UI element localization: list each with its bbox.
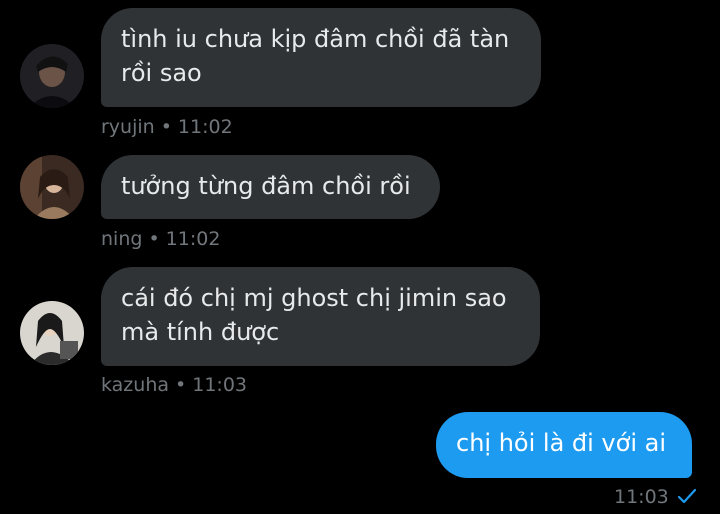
- message-bubble[interactable]: tình iu chưa kịp đâm chồi đã tàn rồi sao: [101, 8, 541, 107]
- avatar-kazuha[interactable]: [20, 301, 84, 365]
- meta-separator: •: [175, 374, 187, 396]
- message-text: cái đó chị mj ghost chị jimin sao mà tín…: [121, 284, 507, 346]
- message-meta: kazuha • 11:03: [101, 373, 247, 397]
- message-bubble-outgoing[interactable]: chị hỏi là đi với ai: [436, 412, 692, 478]
- sent-check-icon: [677, 486, 697, 510]
- meta-separator: •: [148, 228, 160, 250]
- message-bubble[interactable]: cái đó chị mj ghost chị jimin sao mà tín…: [101, 267, 540, 366]
- message-meta-outgoing: 11:03: [614, 485, 697, 510]
- timestamp: 11:02: [165, 228, 221, 250]
- message-text: chị hỏi là đi với ai: [456, 429, 666, 457]
- message-meta: ryujin • 11:02: [101, 115, 233, 139]
- meta-separator: •: [160, 116, 172, 138]
- avatar-ryujin[interactable]: [20, 44, 84, 108]
- timestamp: 11:03: [614, 486, 669, 508]
- message-meta: ning • 11:02: [101, 227, 220, 251]
- sender-name[interactable]: ryujin: [101, 116, 155, 138]
- message-bubble[interactable]: tưởng từng đâm chồi rồi: [101, 155, 440, 219]
- timestamp: 11:02: [177, 116, 233, 138]
- message-text: tưởng từng đâm chồi rồi: [121, 172, 411, 200]
- avatar-ning[interactable]: [20, 155, 84, 219]
- message-text: tình iu chưa kịp đâm chồi đã tàn rồi sao: [121, 25, 510, 87]
- sender-name[interactable]: kazuha: [101, 374, 169, 396]
- timestamp: 11:03: [192, 374, 247, 396]
- sender-name[interactable]: ning: [101, 228, 142, 250]
